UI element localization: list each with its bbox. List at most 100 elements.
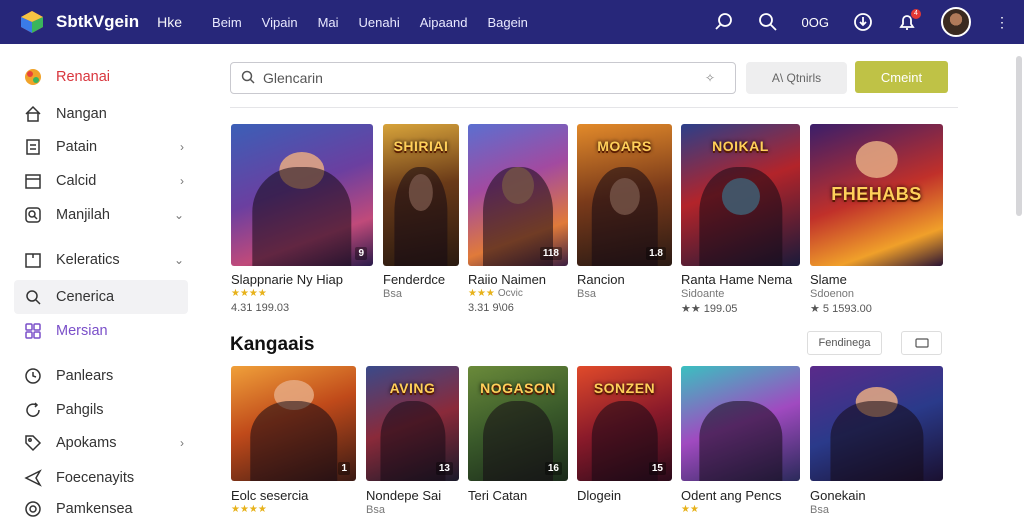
calendar-icon xyxy=(24,172,42,190)
sidebar-item-nangan[interactable]: Nangan xyxy=(14,97,188,131)
game-cover-image[interactable]: FHEHABS xyxy=(810,124,943,266)
cover-badge: 13 xyxy=(435,462,453,475)
sidebar-item-foecenayits[interactable]: Foecenayits xyxy=(14,461,188,495)
sidebar-item-cenerica[interactable]: Cenerica xyxy=(14,280,188,314)
cover-badge: 16 xyxy=(544,462,562,475)
game-cover-image[interactable]: 9 xyxy=(231,124,373,266)
chevron-right-icon: › xyxy=(180,436,184,450)
game-title[interactable]: Teri Catan xyxy=(468,488,527,503)
more-menu-icon[interactable]: ⋮ xyxy=(995,14,1010,31)
rating-stars: ★★★ Ocvic xyxy=(468,288,523,299)
game-cover-image[interactable]: MOARS 1.8 xyxy=(577,124,672,266)
view-toggle-button[interactable] xyxy=(901,331,942,355)
rating-stars: ★★★★ xyxy=(231,288,267,299)
notification-icon[interactable]: 4 xyxy=(897,9,921,32)
game-title[interactable]: Dlogein xyxy=(577,488,621,503)
filter-button[interactable]: A\ Qtnirls xyxy=(746,62,847,94)
nav-item[interactable]: Aipaand xyxy=(420,15,468,30)
character-image xyxy=(591,400,658,481)
game-title[interactable]: Ranta Hame Nema xyxy=(681,272,792,287)
game-meta: Bsa xyxy=(366,504,385,516)
sidebar-item-label: Cenerica xyxy=(56,289,115,305)
app-logo-icon[interactable] xyxy=(20,10,44,34)
cover-title: SHIRIAI xyxy=(393,138,449,154)
sidebar-item-pahgils[interactable]: Pahgils xyxy=(14,393,188,427)
home-icon xyxy=(24,105,42,123)
sidebar-item-manjilah[interactable]: Manjilah ⌄ xyxy=(14,198,188,232)
game-cover-image[interactable]: SHIRIAI xyxy=(383,124,459,266)
sparkle-icon[interactable]: ✧ xyxy=(705,71,715,85)
cover-badge: 9 xyxy=(355,247,367,260)
sidebar: Renanai Nangan Patain › Calcid › Manjila… xyxy=(0,44,200,517)
cover-title: SONZEN xyxy=(593,380,656,396)
game-title[interactable]: Slame xyxy=(810,272,847,287)
character-image xyxy=(249,400,338,481)
scrollbar[interactable] xyxy=(1016,56,1022,216)
primary-action-button[interactable]: Cmeint xyxy=(855,61,948,93)
game-title[interactable]: Nondepe Sai xyxy=(366,488,441,503)
search-icon[interactable] xyxy=(758,12,778,32)
grid-icon xyxy=(24,322,42,340)
sidebar-item-keleratics[interactable]: Keleratics ⌄ xyxy=(14,243,188,277)
game-title[interactable]: Raiio Naimen xyxy=(468,272,546,287)
sidebar-item-mersian[interactable]: Mersian xyxy=(14,314,188,348)
game-title[interactable]: Eolc sesercia xyxy=(231,488,308,503)
sidebar-item-label: Renanai xyxy=(56,69,111,85)
sidebar-item-patain[interactable]: Patain › xyxy=(14,130,188,164)
cover-badge: 15 xyxy=(648,462,666,475)
search-input[interactable]: Glencarin ✧ xyxy=(230,62,736,94)
cover-badge: 118 xyxy=(539,247,562,260)
game-title[interactable]: Rancion xyxy=(577,272,625,287)
cover-badge: 1 xyxy=(338,462,350,475)
game-cover-image[interactable] xyxy=(681,366,800,481)
sidebar-item-calcid[interactable]: Calcid › xyxy=(14,164,188,198)
section-title: Kangaais xyxy=(230,334,315,355)
settings-icon xyxy=(24,500,42,518)
sidebar-item-pamkensea[interactable]: Pamkensea xyxy=(14,492,188,526)
sidebar-item-panlears[interactable]: Panlears xyxy=(14,359,188,393)
main-content: Glencarin ✧ A\ Qtnirls Cmeint 9 Slappnar… xyxy=(230,44,958,516)
game-title[interactable]: Slappnarie Ny Hiap xyxy=(231,272,343,287)
game-meta: Ocvic xyxy=(497,288,523,299)
game-price: ★★ 199.05 xyxy=(681,303,738,315)
rating-stars-text: ★★★★ xyxy=(231,504,267,515)
view-toggle-icon xyxy=(914,338,929,348)
sidebar-item-apokams[interactable]: Apokams › xyxy=(14,426,188,460)
download-icon[interactable] xyxy=(853,12,873,32)
chat-search-icon[interactable] xyxy=(714,12,734,32)
nav-item[interactable]: Vipain xyxy=(262,15,298,30)
game-cover-image[interactable]: SONZEN 15 xyxy=(577,366,672,481)
character-image xyxy=(698,400,783,481)
search-icon xyxy=(24,288,42,306)
character-image xyxy=(855,141,898,178)
rating-stars: ★★ xyxy=(681,504,699,515)
sidebar-item-renanai[interactable]: Renanai xyxy=(14,60,188,94)
nav-item[interactable]: Beim xyxy=(212,15,242,30)
character-image xyxy=(829,400,924,481)
sidebar-item-label: Apokams xyxy=(56,435,117,451)
game-title[interactable]: Odent ang Pencs xyxy=(681,488,781,503)
game-meta: Bsa xyxy=(577,288,596,300)
currency-count[interactable]: 0OG xyxy=(802,15,829,30)
cover-title: MOARS xyxy=(597,138,652,154)
cover-title: NOGASON xyxy=(480,380,556,396)
brand-name[interactable]: SbtkVgein xyxy=(56,12,139,32)
rating-stars: ★★★★ xyxy=(231,504,267,515)
game-cover-image[interactable]: AVING 13 xyxy=(366,366,459,481)
game-cover-image[interactable]: NOIKAL xyxy=(681,124,800,266)
game-price: ★ 5 1593.00 xyxy=(810,303,872,315)
game-cover-image[interactable]: 118 xyxy=(468,124,568,266)
nav-item[interactable]: Bagein xyxy=(487,15,527,30)
sidebar-item-label: Pahgils xyxy=(56,402,104,418)
game-title[interactable]: Fenderdce xyxy=(383,272,445,287)
sort-button[interactable]: Fendinega xyxy=(807,331,882,355)
game-title[interactable]: Gonekain xyxy=(810,488,866,503)
sidebar-item-label: Mersian xyxy=(56,323,108,339)
game-cover-image[interactable] xyxy=(810,366,943,481)
rating-stars-text: ★★★ xyxy=(468,288,495,299)
nav-item[interactable]: Mai xyxy=(318,15,339,30)
game-cover-image[interactable]: 1 xyxy=(231,366,356,481)
game-cover-image[interactable]: NOGASON 16 xyxy=(468,366,568,481)
nav-item[interactable]: Uenahi xyxy=(359,15,400,30)
user-avatar[interactable] xyxy=(941,7,971,37)
